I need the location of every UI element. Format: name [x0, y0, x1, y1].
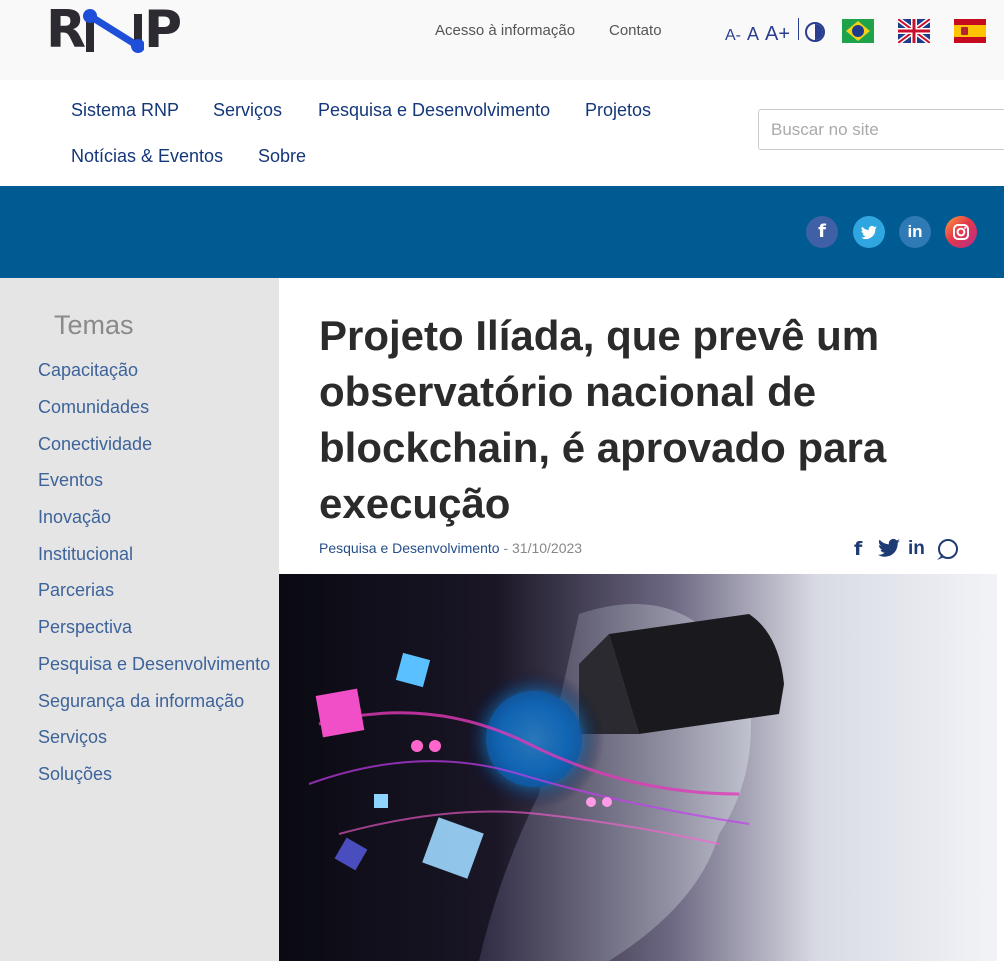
flag-brazil-icon[interactable]	[842, 19, 874, 43]
sidebar-item-comunidades[interactable]: Comunidades	[38, 397, 149, 418]
facebook-share-icon[interactable]: f	[854, 538, 862, 560]
sidebar-title: Temas	[54, 310, 134, 340]
nav-item-servicos[interactable]: Serviços	[213, 100, 282, 121]
sidebar-item-solucoes[interactable]: Soluções	[38, 764, 112, 785]
rnp-logo[interactable]: RP	[46, 2, 196, 58]
facebook-icon[interactable]: f	[806, 216, 838, 248]
sidebar-item-institucional[interactable]: Institucional	[38, 544, 133, 565]
sidebar-item-eventos[interactable]: Eventos	[38, 470, 103, 491]
contrast-icon[interactable]	[805, 22, 826, 42]
sidebar-item-conectividade[interactable]: Conectividade	[38, 434, 152, 455]
sidebar-item-servicos[interactable]: Serviços	[38, 727, 107, 748]
nav-item-sistema-rnp[interactable]: Sistema RNP	[71, 100, 179, 121]
article-meta: Pesquisa e Desenvolvimento - 31/10/2023	[319, 540, 582, 556]
normal-font-button[interactable]: A	[747, 24, 759, 45]
decrease-font-button[interactable]: A-	[725, 27, 741, 45]
article-hero-image	[279, 574, 997, 961]
nav-item-pesquisa[interactable]: Pesquisa e Desenvolvimento	[318, 100, 550, 121]
social-band: f in	[0, 186, 1004, 278]
article-date: 31/10/2023	[512, 540, 583, 556]
sidebar-item-perspectiva[interactable]: Perspectiva	[38, 617, 132, 638]
increase-font-button[interactable]: A+	[765, 23, 790, 46]
flag-uk-icon[interactable]	[898, 19, 930, 43]
linkedin-icon[interactable]: in	[899, 216, 931, 248]
sidebar-item-pesquisa[interactable]: Pesquisa e Desenvolvimento	[38, 654, 270, 675]
nav-item-sobre[interactable]: Sobre	[258, 146, 306, 167]
article-main: Projeto Ilíada, que prevê um observatóri…	[279, 278, 997, 961]
access-info-link[interactable]: Acesso à informação	[435, 22, 575, 39]
whatsapp-share-icon[interactable]	[938, 539, 958, 559]
flag-spain-icon[interactable]	[954, 19, 986, 43]
themes-sidebar: Temas Capacitação Comunidades Conectivid…	[0, 278, 279, 961]
font-size-controls: A- A A+	[725, 18, 826, 46]
twitter-icon[interactable]	[853, 216, 885, 248]
article-title: Projeto Ilíada, que prevê um observatóri…	[319, 312, 887, 527]
main-nav: Sistema RNP Serviços Pesquisa e Desenvol…	[0, 80, 1004, 186]
sidebar-item-capacitacao[interactable]: Capacitação	[38, 360, 138, 381]
nav-item-projetos[interactable]: Projetos	[585, 100, 651, 121]
top-bar: RP Acesso à informação Contato A- A A+	[0, 0, 1004, 80]
search-input[interactable]	[758, 109, 1004, 150]
logo-n-mark	[83, 9, 144, 53]
linkedin-share-icon[interactable]: in	[908, 538, 925, 560]
sidebar-item-seguranca[interactable]: Segurança da informação	[38, 691, 244, 712]
contact-link[interactable]: Contato	[609, 22, 662, 39]
vr-headset-illustration	[308, 604, 784, 961]
article-category-link[interactable]: Pesquisa e Desenvolvimento	[319, 540, 500, 556]
sidebar-item-parcerias[interactable]: Parcerias	[38, 580, 114, 601]
meta-separator: -	[499, 540, 512, 556]
instagram-icon[interactable]	[945, 216, 977, 248]
twitter-share-icon[interactable]	[878, 538, 900, 564]
sidebar-item-inovacao[interactable]: Inovação	[38, 507, 111, 528]
divider	[798, 18, 800, 40]
nav-item-noticias-eventos[interactable]: Notícias & Eventos	[71, 146, 223, 167]
